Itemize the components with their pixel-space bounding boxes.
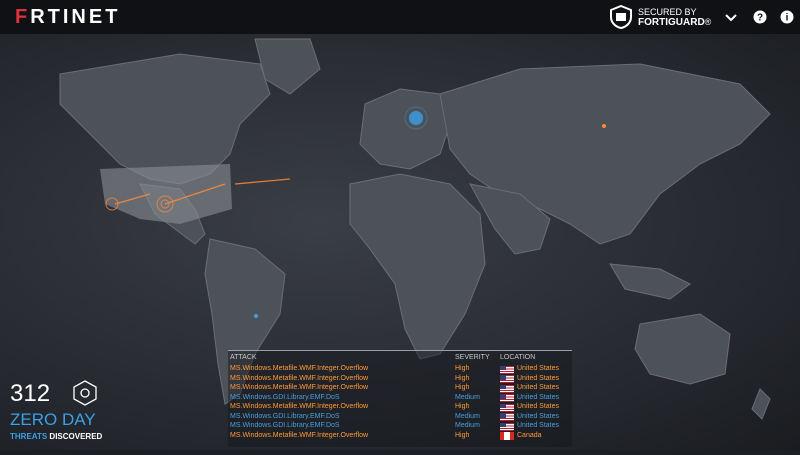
secured-by-label: SECURED BY FORTIGUARD®	[638, 6, 712, 28]
us-flag-icon	[500, 365, 514, 374]
location-value: United States	[517, 384, 560, 391]
attack-column-header: ATTACK	[230, 354, 257, 361]
attack-name: MS.Windows.Metafile.WMF.Integer.Overflow	[230, 365, 369, 372]
attack-row[interactable]: MS.Windows.GDI.Library.EMF.DoS Medium Unit…	[228, 413, 572, 423]
location-value: United States	[517, 374, 560, 382]
us-flag-icon	[500, 375, 514, 383]
top-bar: FRTINET SECURED BY FORTIGUARD® ? i	[0, 0, 800, 34]
fortiguard-badge[interactable]: SECURED BY FORTIGUARD®	[610, 5, 711, 29]
severity-value: Medium	[455, 393, 480, 401]
fortiguard-shield-icon	[610, 5, 632, 29]
fortinet-logo[interactable]: FRTINET	[15, 6, 120, 29]
location-value: Canada	[517, 431, 542, 439]
us-flag-icon	[500, 384, 514, 393]
severity-value: High	[455, 365, 470, 372]
chevron-down-icon[interactable]	[723, 9, 739, 25]
attack-name: MS.Windows.GDI.Library.EMF.DoS	[230, 393, 340, 401]
attack-name: MS.Windows.GDI.Library.EMF.DoS	[230, 412, 340, 420]
severity-column-header: SEVERITY	[455, 354, 490, 361]
location-value: United States	[517, 422, 560, 429]
us-flag-icon	[500, 422, 514, 431]
severity-value: High	[455, 374, 470, 382]
attack-name: MS.Windows.GDI.Library.EMF.DoS	[230, 422, 340, 429]
severity-value: Medium	[455, 412, 480, 420]
location-value: United States	[517, 393, 560, 401]
attack-name: MS.Windows.Metafile.WMF.Integer.Overflow	[230, 384, 369, 391]
severity-value: High	[455, 403, 470, 410]
us-flag-icon	[500, 394, 514, 402]
severity-value: High	[455, 431, 470, 439]
us-flag-icon	[500, 403, 514, 412]
attack-row[interactable]: MS.Windows.Metafile.WMF.Integer.Overflow…	[228, 384, 572, 394]
location-value: United States	[517, 365, 560, 372]
info-icon[interactable]: i	[779, 9, 795, 25]
severity-value: High	[455, 384, 470, 391]
location-value: United States	[517, 403, 560, 410]
svg-text:?: ?	[757, 13, 763, 24]
attack-row[interactable]: MS.Windows.GDI.Library.EMF.DoS Medium Unit…	[228, 394, 572, 404]
attack-row[interactable]: MS.Windows.GDI.Library.EMF.DoS Medium Unit…	[228, 422, 572, 432]
location-value: United States	[517, 412, 560, 420]
attack-name: MS.Windows.Metafile.WMF.Integer.Overflow	[230, 403, 369, 410]
zero-day-label: ZERO DAY	[10, 410, 96, 429]
zero-day-subtitle: THREATS DISCOVERED	[10, 432, 103, 441]
attack-name: MS.Windows.Metafile.WMF.Integer.Overflow	[230, 431, 369, 439]
attack-row[interactable]: MS.Windows.Metafile.WMF.Integer.Overflow…	[228, 365, 572, 375]
attack-name: MS.Windows.Metafile.WMF.Integer.Overflow	[230, 374, 369, 382]
location-column-header: LOCATION	[500, 354, 536, 361]
attack-row[interactable]: MS.Windows.Metafile.WMF.Integer.Overflow…	[228, 403, 572, 413]
attack-feed-panel[interactable]: ATTACK SEVERITY LOCATION MS.Windows.Meta…	[228, 350, 572, 447]
severity-value: Medium	[455, 422, 480, 429]
us-flag-icon	[500, 413, 514, 421]
help-icon[interactable]: ?	[752, 9, 768, 25]
zero-day-hexagon-icon	[73, 380, 97, 406]
svg-text:i: i	[786, 13, 789, 24]
attack-row[interactable]: MS.Windows.Metafile.WMF.Integer.Overflow…	[228, 375, 572, 385]
attack-row[interactable]: MS.Windows.Metafile.WMF.Integer.Overflow…	[228, 432, 572, 442]
canada-flag-icon	[500, 432, 514, 440]
